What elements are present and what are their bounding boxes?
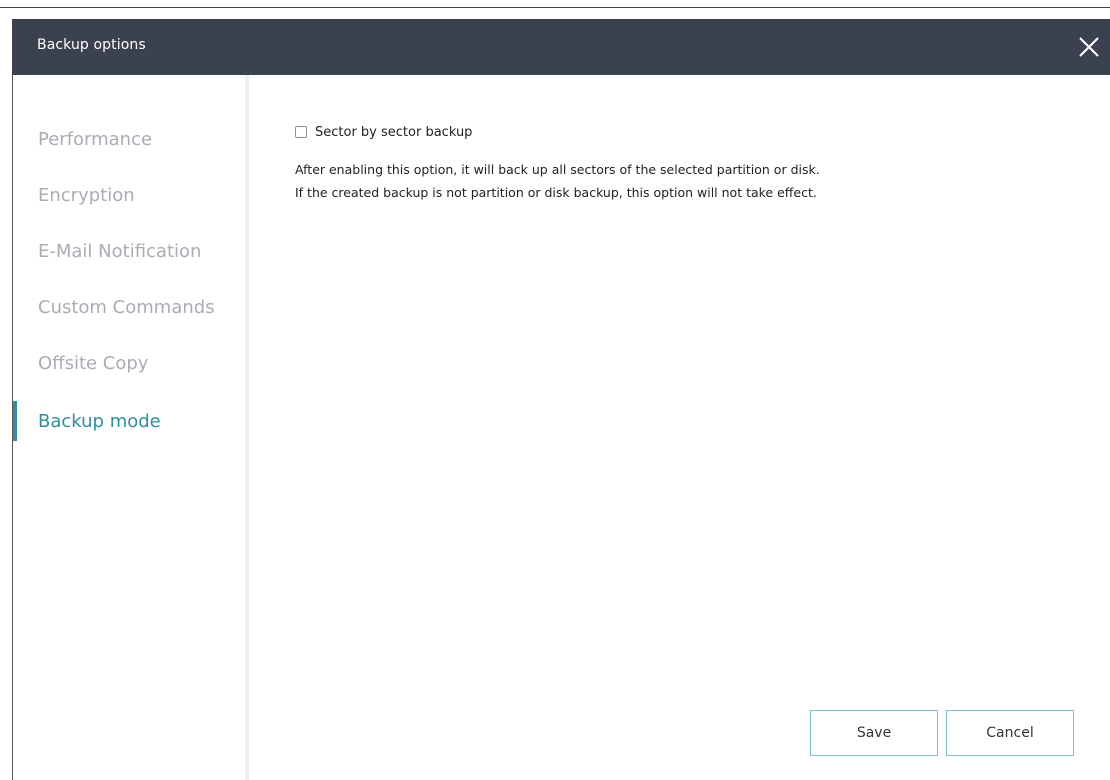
top-rule <box>0 0 1110 8</box>
sector-by-sector-option[interactable]: Sector by sector backup <box>295 122 472 142</box>
sector-by-sector-label: Sector by sector backup <box>315 124 473 140</box>
cancel-button[interactable]: Cancel <box>946 710 1074 756</box>
sidebar-item-label: Encryption <box>38 185 135 206</box>
sidebar-item-label: Custom Commands <box>38 297 215 318</box>
sidebar-item-label: Backup mode <box>38 411 161 432</box>
sidebar-item-label: Performance <box>38 129 153 150</box>
sidebar-item-label: Offsite Copy <box>38 353 149 374</box>
sidebar-item-label: E-Mail Notification <box>38 241 202 262</box>
dialog-title: Backup options <box>37 37 146 53</box>
sector-by-sector-checkbox[interactable] <box>295 126 307 138</box>
sidebar-item-backup-mode[interactable]: Backup mode <box>13 401 243 441</box>
dialog-title-bar: Backup options <box>12 19 1110 75</box>
option-description-line-2: If the created backup is not partition o… <box>295 185 817 200</box>
close-button[interactable] <box>1074 32 1104 62</box>
active-indicator <box>13 401 17 441</box>
sidebar-item-offsite-copy[interactable]: Offsite Copy <box>13 343 243 383</box>
sidebar-item-email-notification[interactable]: E-Mail Notification <box>13 231 243 271</box>
option-description-line-1: After enabling this option, it will back… <box>295 162 820 177</box>
sidebar: Performance Encryption E-Mail Notificati… <box>13 75 249 780</box>
sidebar-item-encryption[interactable]: Encryption <box>13 175 243 215</box>
page: Backup options Performance Encryption E-… <box>0 0 1110 780</box>
main-content: Sector by sector backup After enabling t… <box>249 75 1110 780</box>
sidebar-item-performance[interactable]: Performance <box>13 119 243 159</box>
close-icon <box>1079 37 1099 57</box>
save-button[interactable]: Save <box>810 710 938 756</box>
dialog-body: Performance Encryption E-Mail Notificati… <box>12 75 1110 780</box>
sidebar-item-custom-commands[interactable]: Custom Commands <box>13 287 243 327</box>
